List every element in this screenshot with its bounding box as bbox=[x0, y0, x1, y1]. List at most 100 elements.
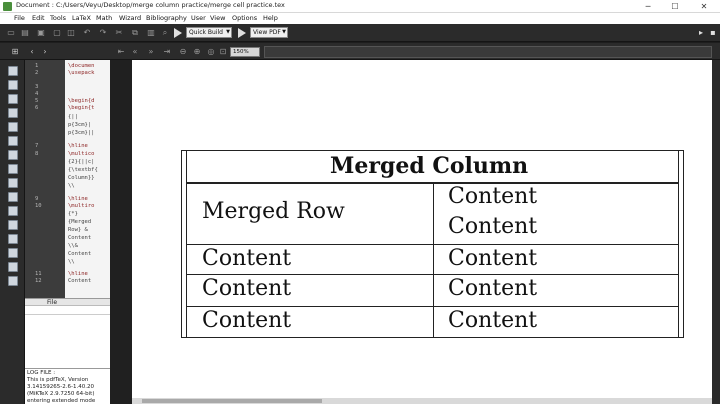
menu-help[interactable]: Help bbox=[263, 13, 278, 24]
code-line: Content bbox=[68, 235, 92, 241]
pstricks-icon[interactable] bbox=[8, 192, 18, 202]
expand-icon[interactable]: ▸ bbox=[696, 28, 706, 38]
secondary-toolbar: ⊞ ‹ › ⇤ « » ⇥ ⊖ ⊕ ◎ ⊡ 150% bbox=[0, 43, 720, 60]
view-select[interactable]: View PDF ▼ bbox=[250, 27, 288, 38]
new-file-icon[interactable]: ▭ bbox=[6, 28, 16, 38]
log-line: entering extended mode bbox=[27, 398, 96, 404]
favorites-icon[interactable] bbox=[8, 178, 18, 188]
code-line: \hline bbox=[68, 196, 88, 202]
menu-bibliography[interactable]: Bibliography bbox=[146, 13, 187, 24]
back-arrow-icon[interactable]: ‹ bbox=[27, 47, 37, 57]
delimiters-icon[interactable] bbox=[8, 122, 18, 132]
asymptote-icon[interactable] bbox=[8, 234, 18, 244]
redo-icon[interactable]: ↷ bbox=[98, 28, 108, 38]
log-line: LOG FILE : bbox=[27, 370, 56, 376]
code-line: Column}} bbox=[68, 175, 95, 181]
code-line: p{3cm}| bbox=[68, 122, 92, 128]
scrollbar-thumb[interactable] bbox=[142, 399, 322, 403]
right-arrow-icon[interactable] bbox=[8, 276, 18, 286]
user-icon[interactable] bbox=[8, 248, 18, 258]
pdf-horizontal-scrollbar[interactable] bbox=[132, 398, 712, 404]
menu-edit[interactable]: Edit bbox=[32, 13, 45, 24]
table-cell: Content bbox=[448, 276, 538, 301]
zoom-select[interactable]: 150% bbox=[230, 47, 260, 57]
pdf-vertical-scrollbar[interactable] bbox=[712, 60, 720, 404]
structure-panel-icon[interactable] bbox=[8, 66, 18, 76]
file-panel-divider bbox=[25, 314, 110, 315]
close-file-icon[interactable]: ◫ bbox=[66, 28, 76, 38]
maximize-button[interactable]: ☐ bbox=[663, 0, 687, 13]
line-number: 11 bbox=[35, 271, 42, 277]
paste-icon[interactable]: ▥ bbox=[146, 28, 156, 38]
pane-splitter[interactable] bbox=[110, 60, 132, 404]
code-line: Content bbox=[68, 278, 92, 284]
toolbar-menu-icon[interactable]: ▪ bbox=[708, 28, 718, 38]
greek-letters-icon[interactable] bbox=[8, 136, 18, 146]
run-build-icon[interactable] bbox=[174, 28, 182, 38]
table-cell: Content bbox=[448, 308, 538, 333]
metapost-icon[interactable] bbox=[8, 206, 18, 216]
menu-file[interactable]: File bbox=[14, 13, 25, 24]
fit-width-icon[interactable]: ⊡ bbox=[218, 47, 228, 57]
zoom-in-icon[interactable]: ⊕ bbox=[192, 47, 202, 57]
copy-icon[interactable]: ⧉ bbox=[130, 28, 140, 38]
table-cell: Content bbox=[202, 308, 292, 333]
pdf-prev-page-icon[interactable]: « bbox=[130, 47, 140, 57]
line-number: 10 bbox=[35, 203, 42, 209]
pdf-first-page-icon[interactable]: ⇤ bbox=[116, 47, 126, 57]
accents-icon[interactable] bbox=[8, 150, 18, 160]
chevron-down-icon: ▼ bbox=[282, 29, 286, 35]
rendered-table: Merged Column Merged Row Content Content… bbox=[181, 150, 684, 338]
pdf-last-page-icon[interactable]: ⇥ bbox=[162, 47, 172, 57]
menu-options[interactable]: Options bbox=[232, 13, 257, 24]
undo-icon[interactable]: ↶ bbox=[82, 28, 92, 38]
file-panel[interactable] bbox=[25, 306, 110, 368]
line-number: 6 bbox=[35, 105, 39, 111]
code-line: Row} & bbox=[68, 227, 88, 233]
menu-latex[interactable]: LaTeX bbox=[72, 13, 91, 24]
misc-symbols-icon[interactable] bbox=[8, 108, 18, 118]
view-select-value: View PDF bbox=[253, 29, 281, 36]
find-icon[interactable]: ⌕ bbox=[160, 28, 170, 38]
line-number: 5 bbox=[35, 98, 39, 104]
code-line: \begin{t bbox=[68, 105, 95, 111]
line-number: 8 bbox=[35, 151, 39, 157]
line-number: 12 bbox=[35, 278, 42, 284]
menu-wizard[interactable]: Wizard bbox=[119, 13, 141, 24]
menu-view[interactable]: View bbox=[210, 13, 225, 24]
tikz-icon[interactable] bbox=[8, 220, 18, 230]
open-file-icon[interactable]: ▤ bbox=[20, 28, 30, 38]
relation-symbols-icon[interactable] bbox=[8, 80, 18, 90]
save-as-icon[interactable]: ▢ bbox=[52, 28, 62, 38]
left-arrow-icon[interactable] bbox=[8, 262, 18, 272]
save-icon[interactable]: ▣ bbox=[36, 28, 46, 38]
build-select[interactable]: Quick Build ▼ bbox=[186, 27, 232, 38]
structure-icon[interactable]: ⊞ bbox=[10, 47, 20, 57]
merged-row-cell: Merged Row bbox=[202, 199, 345, 224]
code-line: \documen bbox=[68, 63, 95, 69]
window-title: Document : C:/Users/Veyu/Desktop/merge c… bbox=[16, 1, 285, 9]
menu-math[interactable]: Math bbox=[96, 13, 112, 24]
pdf-next-page-icon[interactable]: » bbox=[146, 47, 156, 57]
menu-tools[interactable]: Tools bbox=[50, 13, 66, 24]
zoom-out-icon[interactable]: ⊖ bbox=[178, 47, 188, 57]
file-panel-header[interactable]: File bbox=[25, 298, 110, 306]
pdf-search-input[interactable] bbox=[264, 46, 712, 58]
minimize-button[interactable]: ─ bbox=[636, 0, 660, 13]
header-merged-column: Merged Column bbox=[330, 153, 529, 179]
cut-icon[interactable]: ✂ bbox=[114, 28, 124, 38]
menu-user[interactable]: User bbox=[191, 13, 206, 24]
build-select-value: Quick Build bbox=[189, 29, 223, 36]
code-editor[interactable]: 1 2 3 4 5 6 7 8 9 10 11 12 \documen \use… bbox=[25, 60, 110, 298]
line-number: 2 bbox=[35, 70, 39, 76]
log-panel[interactable]: LOG FILE : This is pdfTeX, Version 3.141… bbox=[25, 368, 110, 404]
forward-arrow-icon[interactable]: › bbox=[40, 47, 50, 57]
run-view-icon[interactable] bbox=[238, 28, 246, 38]
log-line: This is pdfTeX, Version bbox=[27, 377, 89, 383]
fit-page-icon[interactable]: ◎ bbox=[206, 47, 216, 57]
code-line: \multiro bbox=[68, 203, 95, 209]
cyrillic-icon[interactable] bbox=[8, 164, 18, 174]
close-button[interactable]: ✕ bbox=[692, 0, 716, 13]
arrow-symbols-icon[interactable] bbox=[8, 94, 18, 104]
title-bar: Document : C:/Users/Veyu/Desktop/merge c… bbox=[0, 0, 720, 13]
